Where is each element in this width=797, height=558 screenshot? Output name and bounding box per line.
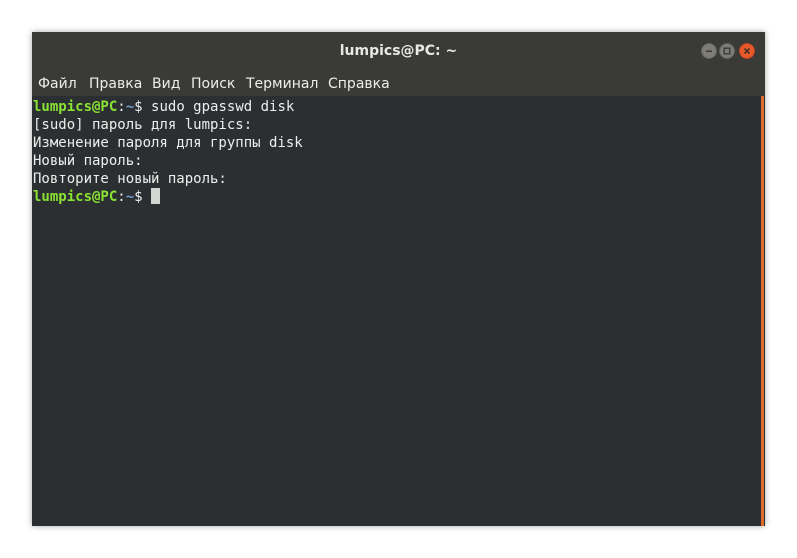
prompt-user: lumpics@PC — [33, 99, 118, 115]
menu-terminal[interactable]: Терминал — [246, 76, 318, 92]
maximize-button[interactable] — [719, 43, 735, 59]
scrollbar[interactable] — [759, 96, 765, 526]
output-line: Изменение пароля для группы disk — [33, 135, 303, 151]
menu-view[interactable]: Вид — [152, 76, 180, 92]
scrollbar-thumb[interactable] — [761, 96, 764, 526]
prompt-symbol: $ — [134, 99, 152, 115]
prompt-user: lumpics@PC — [33, 189, 118, 205]
close-button[interactable] — [739, 43, 755, 59]
command-line: lumpics@PC:~$ sudo gpasswd disk — [33, 98, 759, 116]
title-bar[interactable]: lumpics@PC: ~ — [32, 32, 765, 72]
prompt-path: ~ — [125, 99, 135, 115]
prompt-path: ~ — [125, 189, 135, 205]
menu-file[interactable]: Файл — [38, 76, 77, 92]
minimize-icon — [706, 50, 712, 52]
prompt-symbol: $ — [134, 189, 152, 205]
output-line: Новый пароль: — [33, 153, 143, 169]
maximize-icon — [723, 47, 731, 55]
menu-bar: Файл Правка Вид Поиск Терминал Справка — [32, 72, 765, 96]
prompt-colon: : — [117, 189, 126, 205]
terminal-window: lumpics@PC: ~ Файл Правка Вид Поиск Терм… — [32, 32, 765, 526]
output-line: [sudo] пароль для lumpics: — [33, 117, 253, 133]
close-icon — [743, 47, 751, 55]
prompt-colon: : — [117, 99, 126, 115]
menu-edit[interactable]: Правка — [89, 76, 142, 92]
prompt-line: lumpics@PC:~$ — [33, 188, 759, 206]
menu-help[interactable]: Справка — [328, 76, 390, 92]
text-cursor — [151, 188, 161, 204]
minimize-button[interactable] — [701, 43, 717, 59]
command-text: sudo gpasswd disk — [151, 99, 295, 115]
menu-search[interactable]: Поиск — [191, 76, 235, 92]
output-line: Повторите новый пароль: — [33, 171, 227, 187]
window-title: lumpics@PC: ~ — [339, 43, 458, 59]
terminal-output[interactable]: lumpics@PC:~$ sudo gpasswd disk [sudo] п… — [32, 96, 759, 526]
